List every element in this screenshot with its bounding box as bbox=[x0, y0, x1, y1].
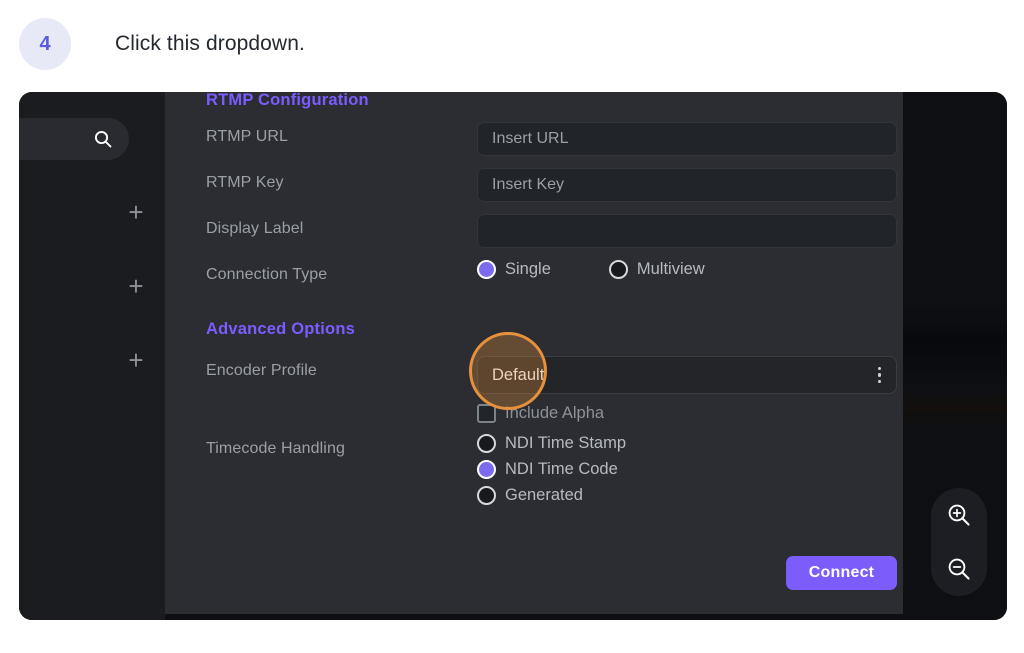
add-source-button-1[interactable]: + bbox=[123, 197, 149, 227]
zoom-in-icon bbox=[945, 501, 973, 529]
app-window: + + + L RTMP Configuration RTMP URL Inse… bbox=[19, 92, 1007, 620]
rtmp-key-placeholder: Insert Key bbox=[492, 176, 565, 193]
radio-option-ndi-time-code[interactable]: NDI Time Code bbox=[477, 460, 626, 479]
rtmp-url-input[interactable]: Insert URL bbox=[477, 122, 897, 156]
section-title-advanced: Advanced Options bbox=[206, 320, 355, 338]
step-number-badge: 4 bbox=[19, 18, 71, 70]
radio-option-ndi-time-stamp[interactable]: NDI Time Stamp bbox=[477, 434, 626, 453]
left-sidebar: + + + L bbox=[19, 92, 165, 620]
step-number: 4 bbox=[39, 32, 51, 55]
add-source-button-2[interactable]: + bbox=[123, 271, 149, 301]
search-input[interactable] bbox=[19, 118, 129, 160]
zoom-out-button[interactable] bbox=[945, 555, 973, 583]
connection-type-radio-group: Single Multiview bbox=[477, 260, 763, 279]
rtmp-url-placeholder: Insert URL bbox=[492, 130, 569, 147]
include-alpha-checkbox[interactable]: Include Alpha bbox=[477, 404, 604, 423]
encoder-profile-dropdown[interactable]: Default bbox=[477, 356, 897, 394]
radio-option-single[interactable]: Single bbox=[477, 260, 551, 279]
radio-icon-generated bbox=[477, 486, 496, 505]
checkbox-label-include-alpha: Include Alpha bbox=[505, 404, 605, 422]
encoder-profile-value: Default bbox=[492, 365, 545, 384]
settings-panel: RTMP Configuration RTMP URL Insert URL R… bbox=[165, 92, 903, 614]
radio-icon-multiview bbox=[608, 260, 628, 279]
radio-icon-ndi-time-stamp bbox=[477, 434, 496, 453]
radio-label-single: Single bbox=[505, 260, 551, 278]
plus-icon: + bbox=[128, 271, 144, 301]
add-source-button-3[interactable]: + bbox=[123, 345, 149, 375]
section-title-rtmp: RTMP Configuration bbox=[206, 92, 369, 109]
zoom-in-button[interactable] bbox=[945, 501, 973, 529]
plus-icon: + bbox=[128, 345, 144, 375]
checkbox-icon-include-alpha bbox=[477, 404, 496, 423]
plus-icon: + bbox=[128, 197, 144, 227]
label-connection-type: Connection Type bbox=[206, 266, 328, 283]
label-timecode-handling: Timecode Handling bbox=[206, 440, 345, 457]
zoom-controls bbox=[931, 488, 987, 596]
radio-option-multiview[interactable]: Multiview bbox=[608, 260, 705, 279]
label-rtmp-key: RTMP Key bbox=[206, 174, 284, 191]
kebab-menu-icon[interactable] bbox=[877, 366, 881, 384]
instruction-bar: 4 Click this dropdown. bbox=[0, 0, 1024, 88]
connect-button[interactable]: Connect bbox=[786, 556, 897, 590]
search-icon bbox=[93, 129, 113, 149]
radio-icon-ndi-time-code bbox=[477, 460, 496, 479]
radio-icon-single bbox=[477, 260, 496, 279]
connect-button-label: Connect bbox=[808, 564, 875, 581]
radio-option-generated[interactable]: Generated bbox=[477, 486, 626, 505]
label-encoder-profile: Encoder Profile bbox=[206, 362, 317, 379]
zoom-out-icon bbox=[945, 555, 973, 583]
radio-label-generated: Generated bbox=[505, 486, 583, 504]
radio-label-ndi-time-code: NDI Time Code bbox=[505, 460, 618, 478]
instruction-text: Click this dropdown. bbox=[115, 32, 305, 55]
radio-label-ndi-time-stamp: NDI Time Stamp bbox=[505, 434, 627, 452]
radio-label-multiview: Multiview bbox=[636, 260, 705, 278]
rtmp-key-input[interactable]: Insert Key bbox=[477, 168, 897, 202]
display-label-input[interactable] bbox=[477, 214, 897, 248]
label-display-label: Display Label bbox=[206, 220, 304, 237]
label-rtmp-url: RTMP URL bbox=[206, 128, 289, 145]
timecode-handling-radio-group: NDI Time Stamp NDI Time Code Generated bbox=[477, 434, 626, 512]
